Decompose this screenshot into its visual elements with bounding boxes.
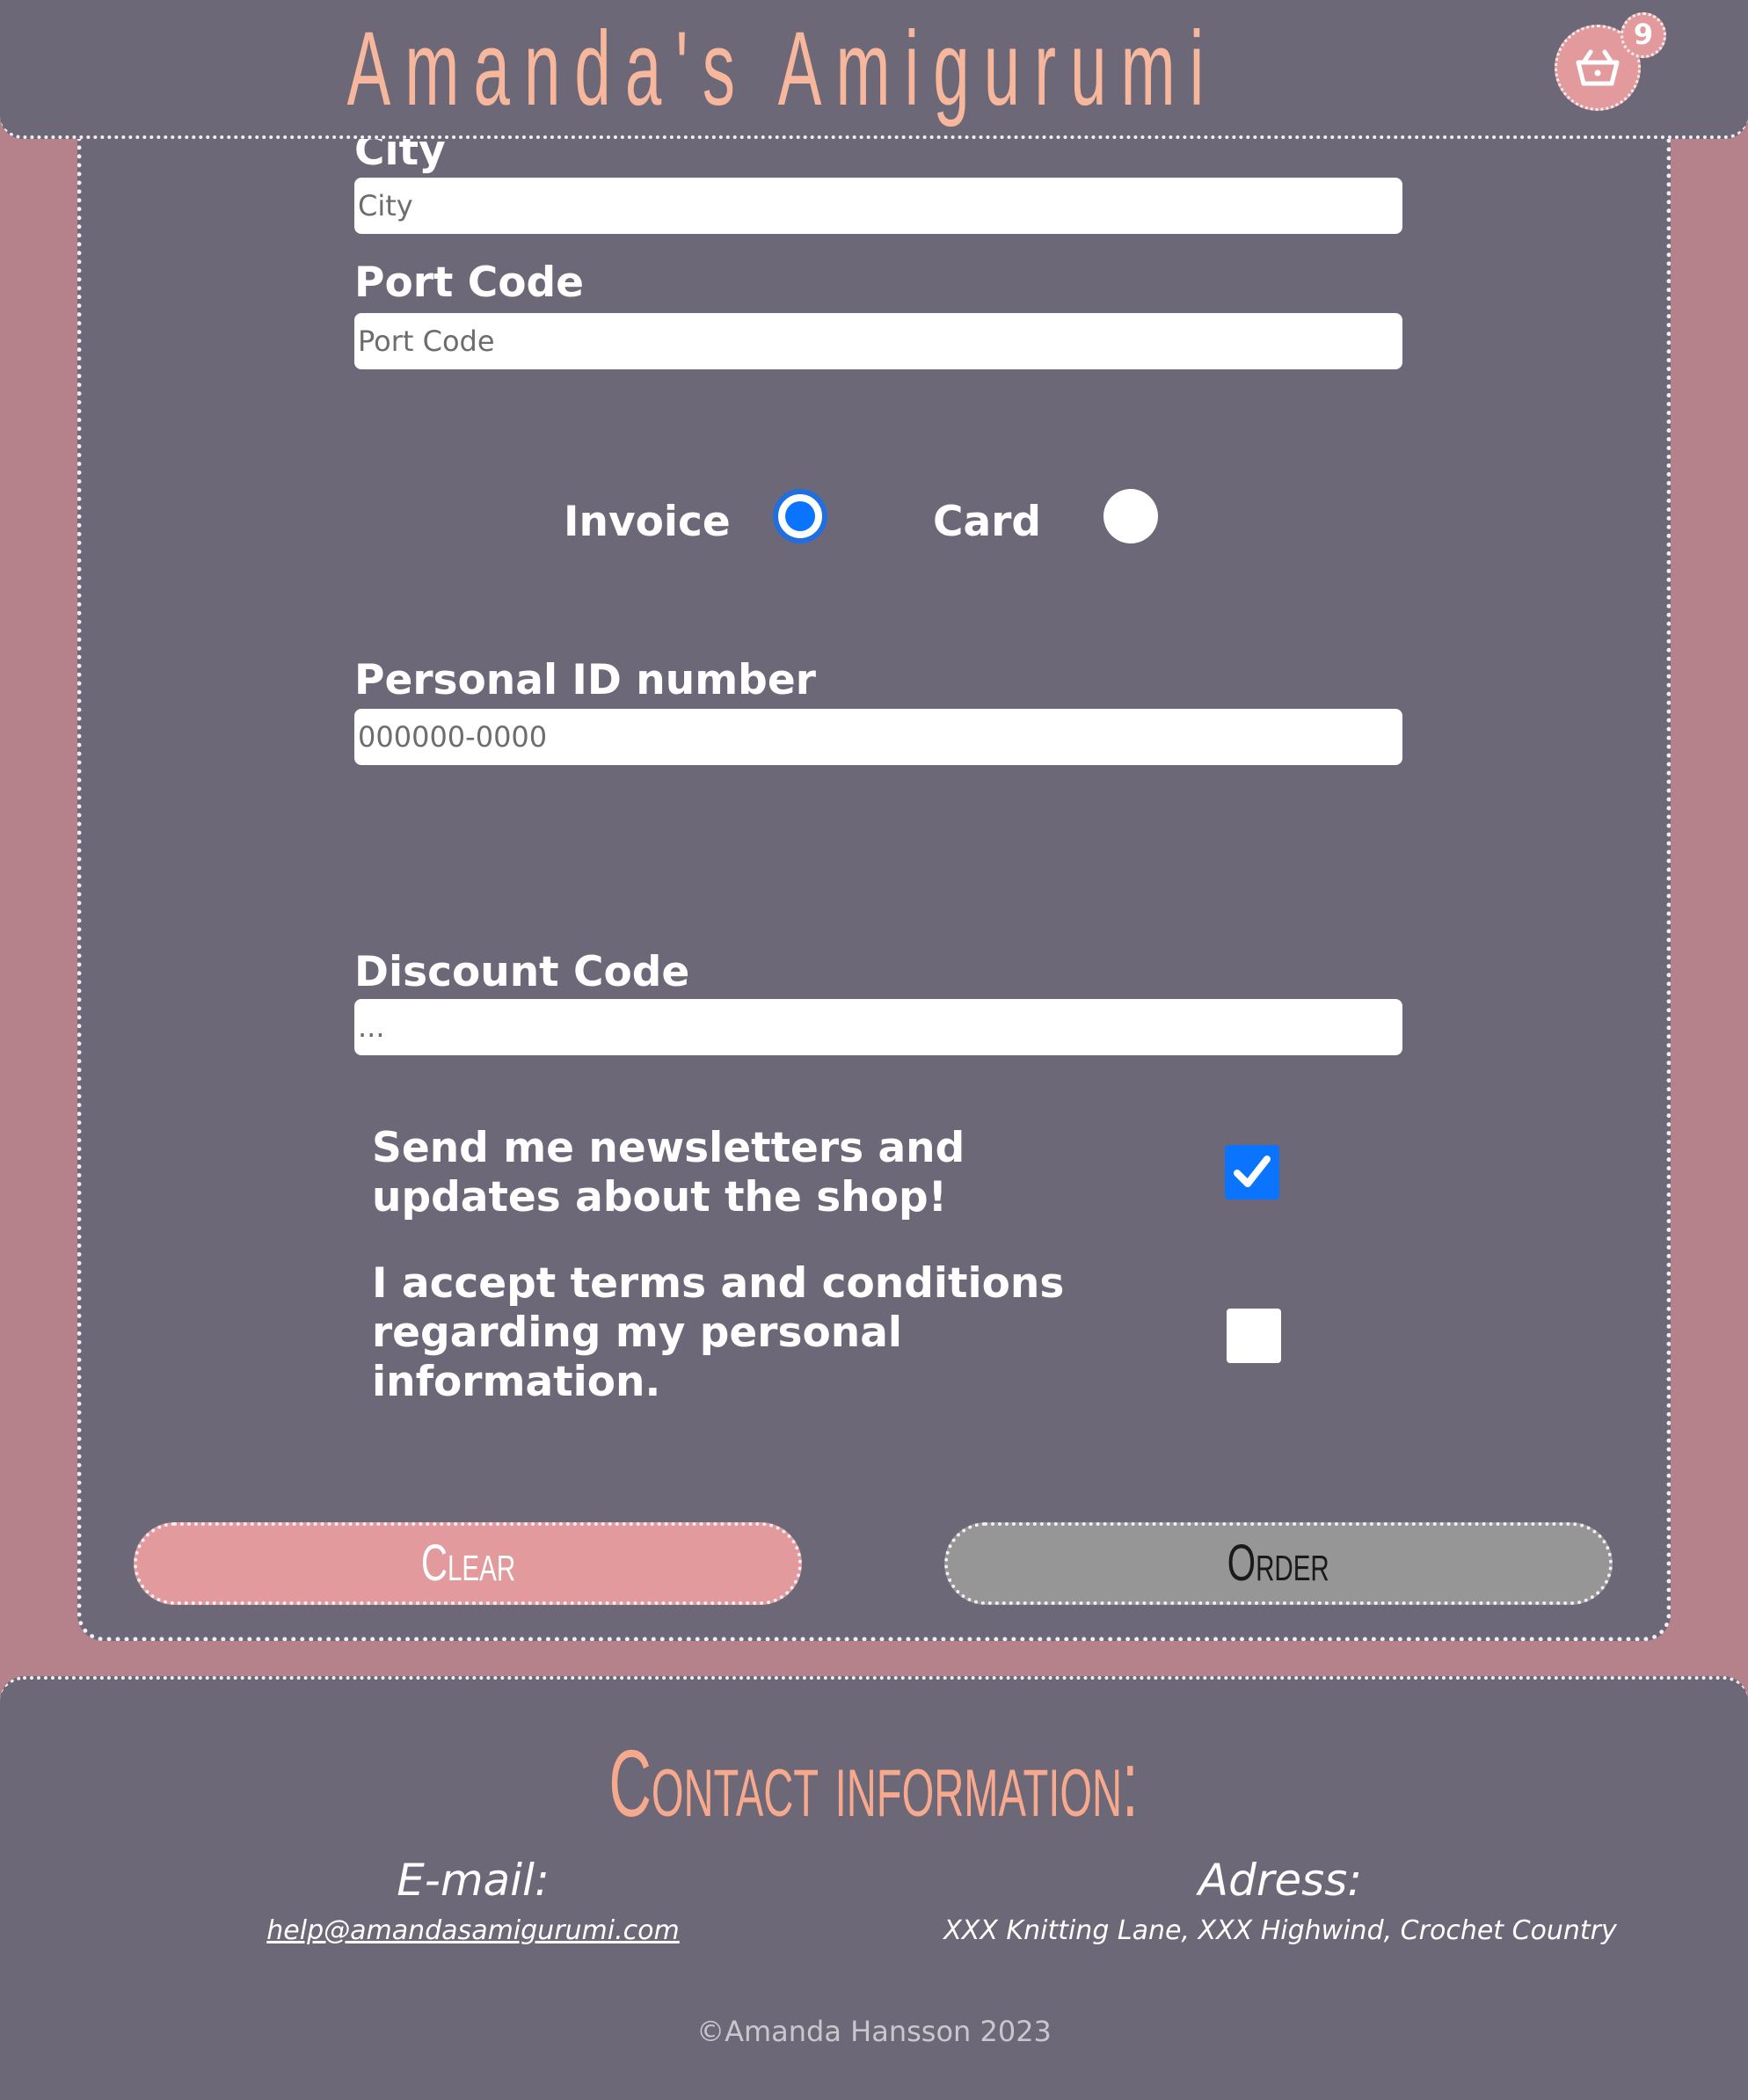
terms-label: I accept terms and conditions regarding …: [372, 1259, 1065, 1406]
port-code-input[interactable]: [354, 313, 1402, 369]
site-footer: Contact information: E-mail: help@amanda…: [0, 1676, 1748, 2100]
discount-label: Discount Code: [354, 948, 690, 996]
card-radio[interactable]: [1103, 489, 1158, 543]
order-button[interactable]: Order: [944, 1522, 1613, 1605]
email-heading: E-mail:: [397, 1855, 550, 1906]
checkmark-icon: [1234, 1156, 1271, 1187]
invoice-radio[interactable]: [773, 489, 827, 543]
order-button-label: Order: [1227, 1535, 1330, 1592]
contact-title-text: Contact information:: [608, 1730, 1140, 1836]
newsletter-checkbox[interactable]: [1225, 1145, 1279, 1199]
email-value: help@amandasamigurumi.com: [209, 1914, 737, 1949]
address-heading: Adress:: [1198, 1855, 1363, 1906]
personal-id-label: Personal ID number: [354, 656, 816, 704]
cart-count-badge: 9: [1621, 12, 1666, 58]
site-title[interactable]: Amanda's Amigurumi: [297, 12, 1268, 125]
city-input[interactable]: [354, 178, 1402, 234]
clear-button-label: Clear: [420, 1535, 515, 1592]
clear-button[interactable]: Clear: [134, 1522, 802, 1605]
copyright: ©Amanda Hansson 2023: [696, 2015, 1052, 2048]
port-code-label: Port Code: [354, 259, 585, 307]
discount-input[interactable]: [354, 999, 1402, 1055]
contact-title: Contact information:: [0, 1732, 1748, 1834]
terms-checkbox[interactable]: [1227, 1309, 1281, 1363]
email-link[interactable]: help@amandasamigurumi.com: [266, 1915, 679, 1946]
checkout-form: City Port Code Invoice Card Personal ID …: [77, 88, 1671, 1641]
personal-id-input[interactable]: [354, 709, 1402, 765]
basket-icon: [1576, 49, 1620, 86]
address-value: XXX Knitting Lane, XXX Highwind, Crochet…: [943, 1915, 1617, 1946]
newsletter-label: Send me newsletters and updates about th…: [372, 1124, 965, 1221]
page: City Port Code Invoice Card Personal ID …: [0, 0, 1748, 2100]
invoice-label: Invoice: [564, 498, 731, 546]
site-header: Amanda's Amigurumi 9: [0, 0, 1748, 139]
card-label: Card: [933, 498, 1042, 546]
